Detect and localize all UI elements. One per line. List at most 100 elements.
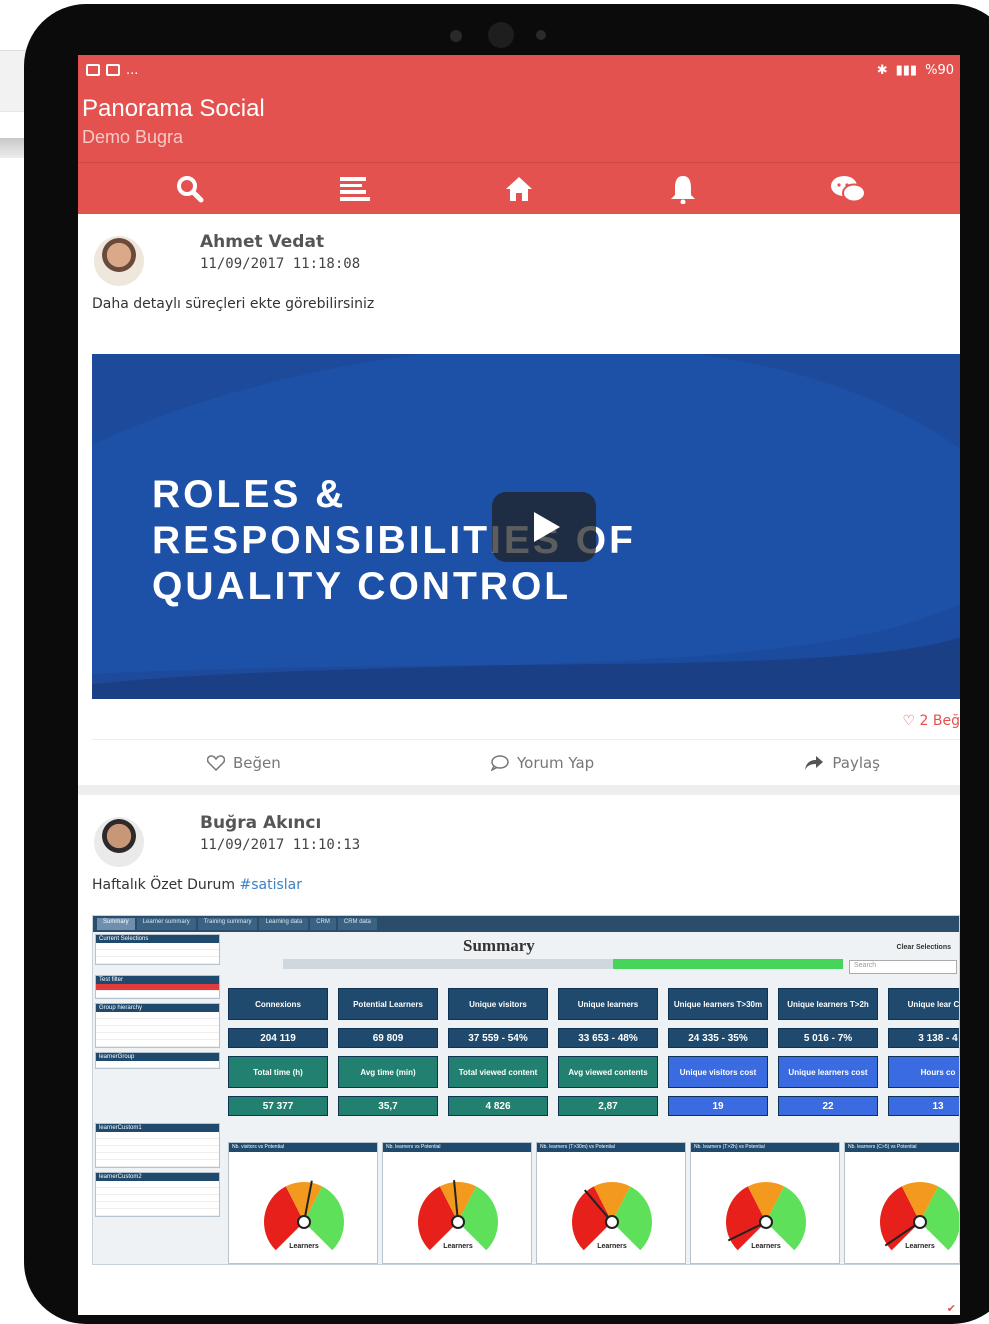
filter-panel: Group hierarchy [95,1003,220,1048]
camera-lens-icon [488,22,514,48]
nav-notifications-button[interactable] [653,169,713,209]
kpi-label: Unique learners cost [778,1056,878,1088]
kpi-value: 69 809 [338,1028,438,1048]
camera-bar [444,16,564,56]
kpi-label: Unique lear C>5 [888,988,959,1020]
app-subtitle: Demo Bugra [82,127,184,147]
gauge-row: Nb. visitors vs Potential Learners Nb. lea… [228,1142,959,1264]
filter-panel: learnerCustom2 [95,1172,220,1217]
play-button[interactable] [492,492,596,562]
filter-row [96,1012,219,1019]
hashtag-link[interactable]: #satislar [240,877,303,893]
video-attachment[interactable]: ROLES & RESPONSIBILITIES OF QUALITY CONT… [92,354,960,699]
share-icon [805,755,824,770]
kpi-value: 4 826 [448,1096,548,1116]
battery-level: %90 [925,62,954,78]
kpi-value: 5 016 - 7% [778,1028,878,1048]
dashboard-image[interactable]: Summary Learner summary Training summary… [92,915,960,1265]
gauge-hub [451,1215,465,1229]
status-more: ... [126,62,139,78]
avatar[interactable] [94,817,144,867]
share-label: Paylaş [832,753,880,772]
kpi-value: 22 [778,1096,878,1116]
post-timestamp: 11/09/2017 11:18:08 [200,256,361,272]
kpi-value: 33 653 - 48% [558,1028,658,1048]
dashboard-tabs: Summary Learner summary Training summary… [93,916,959,932]
video-title-line: QUALITY CONTROL [152,565,572,608]
post-author[interactable]: Buğra Akıncı [200,813,360,833]
notification-icon [86,64,100,76]
likes-count[interactable]: ♡ 2 Beğ [78,699,960,739]
avatar[interactable] [94,236,144,286]
filter-row [96,1188,219,1195]
bell-icon [671,175,696,204]
kpi-label: Connexions [228,988,328,1020]
gauge-chart: Nb. learners (T>30m) vs Potential Learner… [536,1142,686,1264]
gauge-dial: Learners [418,1180,498,1251]
filter-row [96,1061,219,1068]
kpi-label: Avg viewed contents [558,1056,658,1088]
camera-dot-icon [536,30,546,40]
nav-messages-button[interactable] [818,169,878,209]
kpi-label: Total viewed content [448,1056,548,1088]
kpi-label: Total time (h) [228,1056,328,1088]
filter-row [96,1132,219,1139]
share-button[interactable]: Paylaş [804,754,880,772]
like-label: Beğen [233,753,281,772]
nav-search-button[interactable] [160,169,220,209]
filter-panel-title: learnerCustom2 [96,1173,219,1181]
filter-row [96,1181,219,1188]
filter-panel-title: Test filter [96,976,219,984]
filter-row [96,1202,219,1209]
like-button[interactable]: Beğen [207,754,281,772]
gauge-title: Nb. visitors vs Potential [229,1143,377,1152]
dashboard-tab: Learner summary [136,918,196,930]
filter-row [96,1139,219,1146]
filter-row [96,957,219,964]
post-header: Buğra Akıncı 11/09/2017 11:10:13 [78,795,960,867]
post-flag: ✔ [946,1302,956,1315]
filter-row [96,1195,219,1202]
kpi-label: Unique learners T>2h [778,988,878,1020]
image-icon [106,64,120,76]
filter-panel-title: Current Selections [96,935,219,943]
kpi-value: 19 [668,1096,768,1116]
dashboard-tab: Training summary [197,918,258,930]
post-header: Ahmet Vedat 11/09/2017 11:18:08 [78,214,960,286]
bluetooth-icon: ✱ [876,62,888,78]
gauge-caption: Learners [751,1243,781,1250]
filter-panel-title: learnerGroup [96,1053,219,1061]
filter-row [96,1026,219,1033]
gauge-dial: Learners [264,1180,344,1251]
signal-icon: ▮▮▮ [895,62,918,78]
status-bar: ... ✱ ▮▮▮ %90 [78,55,960,85]
comment-button[interactable]: Yorum Yap [490,753,595,772]
app-title: Panorama Social [82,95,265,122]
kpi-value: 35,7 [338,1096,438,1116]
post-meta: Buğra Akıncı 11/09/2017 11:10:13 [200,813,360,853]
dashboard-timeline [283,959,843,969]
filter-row [96,943,219,950]
comment-label: Yorum Yap [516,753,595,772]
filter-row [96,991,219,998]
kpi-label: Unique visitors cost [668,1056,768,1088]
kpi-value: 57 377 [228,1096,328,1116]
gauge-caption: Learners [597,1243,627,1250]
gauge-title: Nb. learners (C>5) vs Potential [845,1143,959,1152]
nav-feed-button[interactable] [325,169,385,209]
nav-home-button[interactable] [489,169,549,209]
feed: Ahmet Vedat 11/09/2017 11:18:08 Daha det… [78,214,960,1315]
app-header: Panorama Social Demo Bugra [78,85,960,162]
filter-row [96,1209,219,1216]
filter-row [96,1153,219,1160]
dashboard-tab: Summary [97,918,135,930]
gauge-dial: Learners [880,1182,959,1251]
filter-row [96,1160,219,1167]
post-author[interactable]: Ahmet Vedat [200,232,360,252]
filter-panel-title: learnerCustom1 [96,1124,219,1132]
dashboard-filters: Current Selections Test filter Group hie… [95,934,220,1264]
home-icon [505,176,532,201]
filter-row [96,1146,219,1153]
filter-row [96,984,219,991]
gauge-hub [605,1215,619,1229]
